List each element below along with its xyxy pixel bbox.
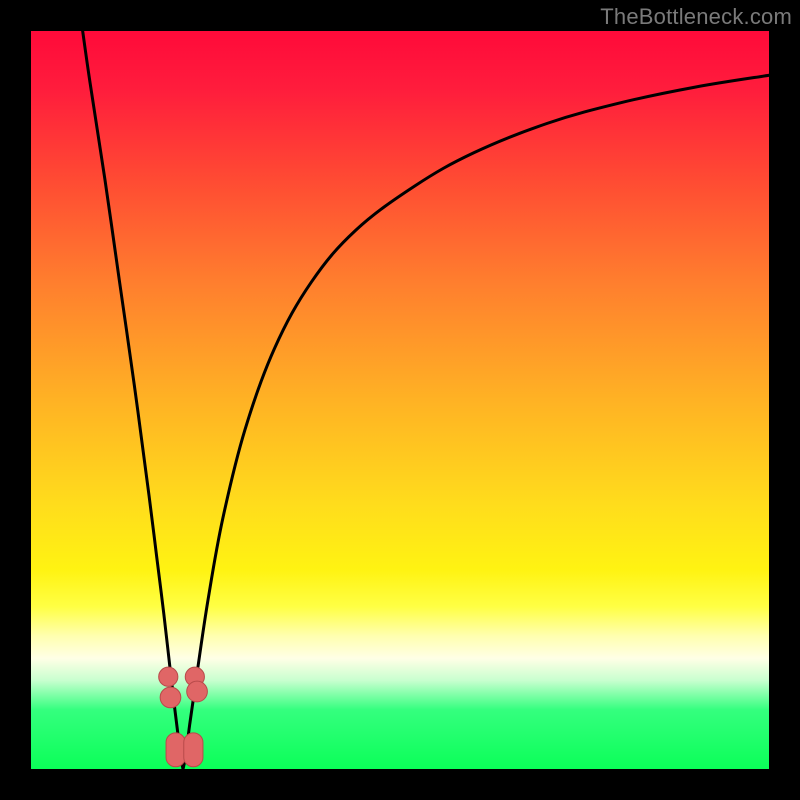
marker-lozenge-4	[166, 733, 185, 767]
marker-dot-1	[160, 687, 181, 708]
chart-markers	[159, 667, 208, 767]
curve-right-branch	[183, 75, 769, 769]
chart-svg	[31, 31, 769, 769]
chart-frame: TheBottleneck.com	[0, 0, 800, 800]
marker-dot-0	[159, 667, 178, 686]
curve-left-branch	[83, 31, 183, 769]
marker-dot-3	[187, 681, 208, 702]
marker-lozenge-5	[184, 733, 203, 767]
watermark-text: TheBottleneck.com	[600, 4, 792, 30]
bottleneck-curve	[83, 31, 769, 769]
